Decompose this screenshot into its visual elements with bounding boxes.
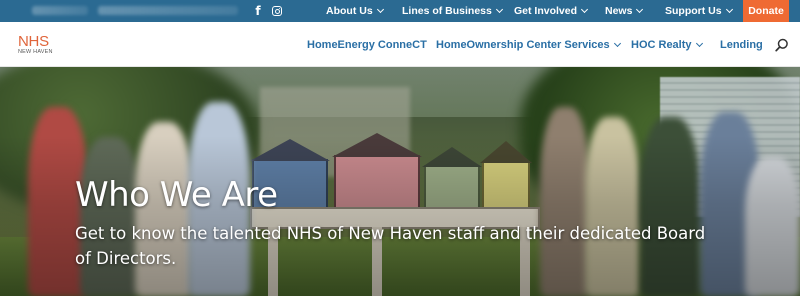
chevron-down-icon (613, 39, 621, 47)
hero-banner: Who We Are Get to know the talented NHS … (0, 67, 800, 296)
top-nav-get-involved[interactable]: Get Involved (514, 0, 589, 22)
top-bar: f About Us Lines of Business Get Involve… (0, 0, 800, 22)
donate-button[interactable]: Donate (743, 0, 789, 22)
top-nav-label: News (605, 5, 633, 17)
top-nav-label: About Us (326, 5, 373, 17)
search-icon[interactable] (775, 38, 789, 52)
nhs-logo[interactable]: NHS NEW HAVEN (18, 34, 58, 60)
facebook-icon[interactable]: f (251, 0, 265, 22)
top-nav-lines-of-business[interactable]: Lines of Business (402, 0, 503, 22)
top-nav-support-us[interactable]: Support Us (665, 0, 733, 22)
logo-subtext: NEW HAVEN (18, 49, 53, 55)
chevron-down-icon (636, 5, 644, 14)
nav-label: HOC Realty (631, 38, 692, 51)
blurred-email (98, 6, 238, 15)
chevron-down-icon (695, 39, 703, 47)
hero-subtitle: Get to know the talented NHS of New Have… (75, 224, 706, 268)
top-nav-label: Support Us (665, 5, 722, 17)
nav-homeenergy-connect[interactable]: HomeEnergy ConneCT (307, 22, 427, 67)
instagram-icon[interactable] (270, 0, 284, 22)
blurred-phone (32, 6, 88, 15)
nav-label: HomeEnergy ConneCT (307, 38, 427, 51)
nav-label: Lending (720, 38, 763, 51)
chevron-down-icon (725, 5, 733, 14)
nav-lending[interactable]: Lending (720, 22, 763, 67)
main-header: NHS NEW HAVEN HomeEnergy ConneCT HomeOwn… (0, 22, 800, 67)
nav-hoc-realty[interactable]: HOC Realty (631, 22, 703, 67)
logo-text: NHS (18, 33, 49, 50)
nav-label: HomeOwnership Center Services (436, 38, 610, 51)
top-nav-label: Lines of Business (402, 5, 492, 17)
top-nav-news[interactable]: News (605, 0, 644, 22)
chevron-down-icon (495, 5, 503, 14)
page-title: Who We Are (75, 175, 278, 215)
chevron-down-icon (580, 5, 589, 14)
top-nav-label: Get Involved (514, 5, 578, 17)
top-nav-about-us[interactable]: About Us (326, 0, 384, 22)
chevron-down-icon (376, 5, 384, 14)
nav-homeownership-center-services[interactable]: HomeOwnership Center Services (436, 22, 621, 67)
